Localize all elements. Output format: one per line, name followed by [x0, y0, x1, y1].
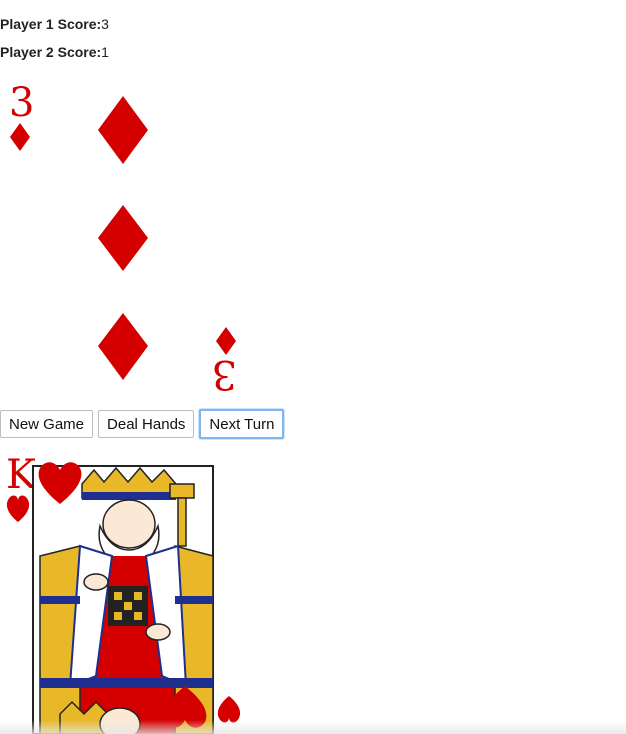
- player1-score-value: 3: [101, 16, 109, 32]
- heart-index-icon: [6, 495, 30, 522]
- diamond-index-icon: [10, 123, 30, 151]
- player1-score-label: Player 1 Score:: [0, 16, 102, 32]
- king-of-hearts-card: K: [6, 452, 241, 734]
- player1-card[interactable]: 3 3: [0, 76, 250, 400]
- new-game-button[interactable]: New Game: [0, 410, 94, 438]
- diamond-pip-icon: [98, 96, 148, 164]
- viewport-fade: [0, 720, 626, 734]
- three-of-diamonds-card: 3 3: [9, 80, 237, 397]
- player2-card[interactable]: K: [0, 446, 250, 734]
- deal-hands-button[interactable]: Deal Hands: [98, 410, 195, 438]
- player2-score: Player 2 Score:1: [0, 44, 109, 60]
- card-rank-top: 3: [9, 80, 34, 126]
- game-controls: New Game Deal Hands Next Turn: [0, 409, 285, 439]
- player1-score: Player 1 Score:3: [0, 16, 109, 32]
- player2-score-value: 1: [101, 44, 109, 60]
- player2-score-label: Player 2 Score:: [0, 44, 102, 60]
- diamond-index-icon: [216, 327, 236, 355]
- diamond-pip-icon: [98, 313, 148, 380]
- diamond-pip-icon: [98, 205, 148, 271]
- heart-index-icon: [217, 696, 241, 723]
- next-turn-button[interactable]: Next Turn: [199, 409, 285, 439]
- card-rank-bottom: 3: [212, 351, 237, 397]
